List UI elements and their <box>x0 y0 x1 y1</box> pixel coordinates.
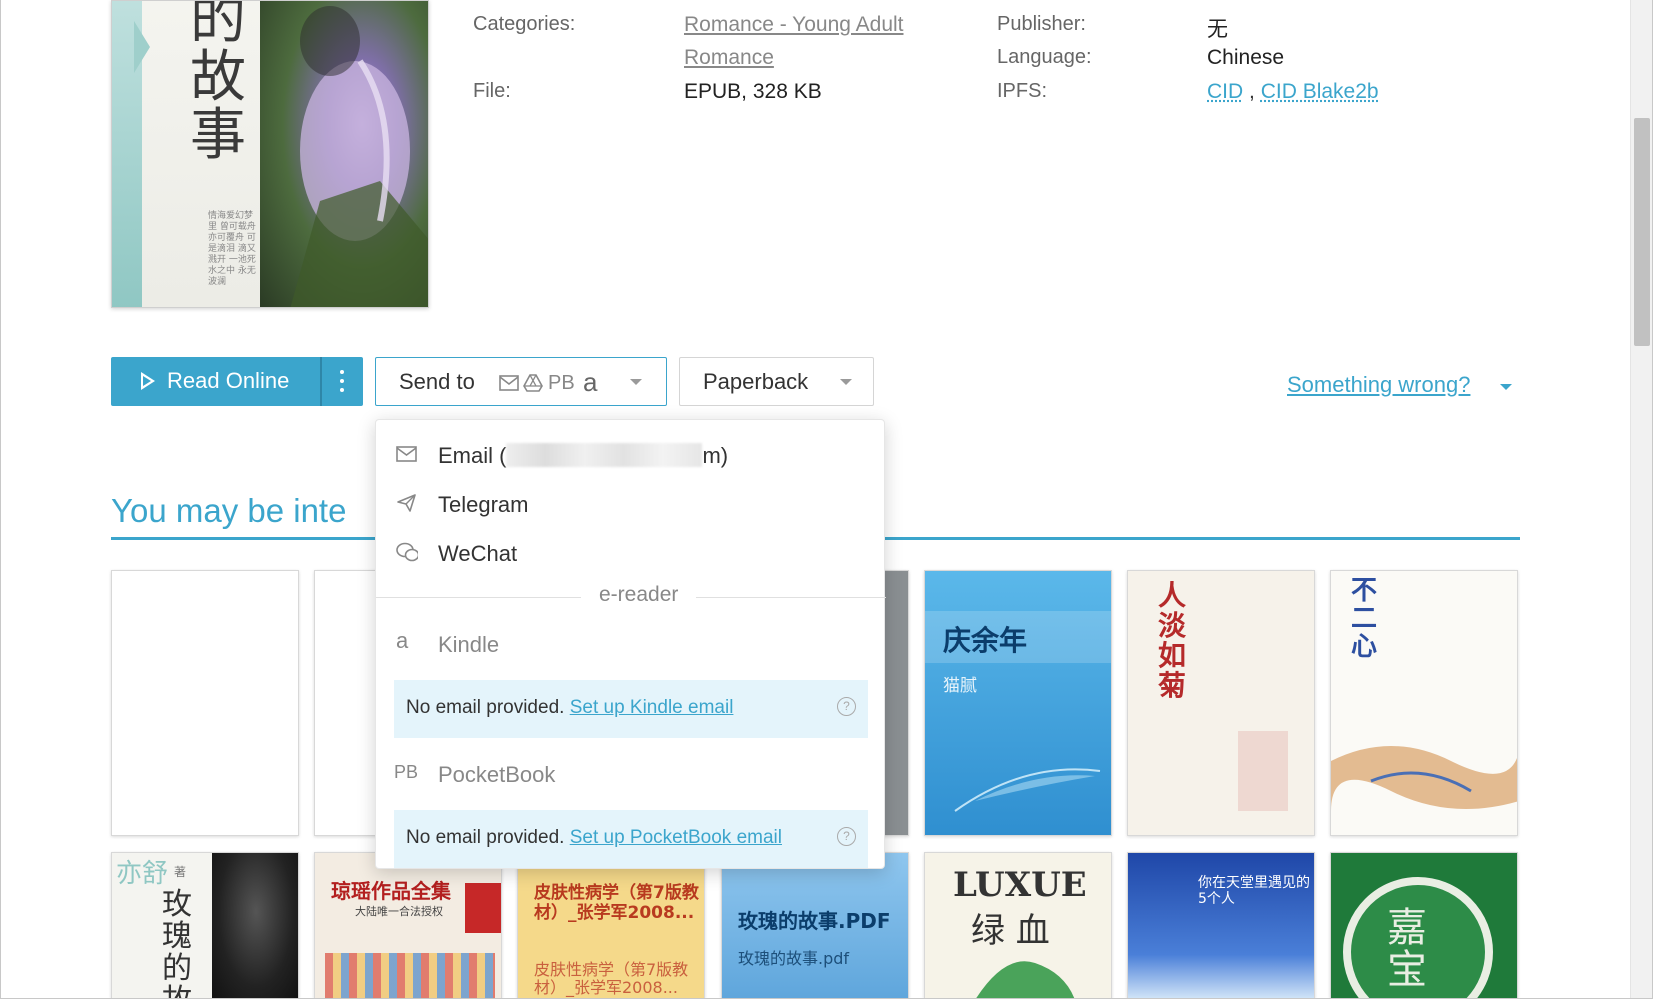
mail-icon <box>499 375 519 391</box>
file-value: EPUB, 328 KB <box>684 80 822 103</box>
ipfs-links: CID , CID Blake2b <box>1207 80 1379 104</box>
send-telegram-item[interactable]: Telegram <box>376 482 886 526</box>
ipfs-cid-blake2b-link[interactable]: CID Blake2b <box>1261 80 1379 103</box>
kindle-email-notice: No email provided. Set up Kindle email ? <box>394 680 868 738</box>
book-card-luxue[interactable]: LUXUE 绿 血 <box>924 852 1112 998</box>
email-suffix: m) <box>702 443 729 468</box>
setup-kindle-email-link[interactable]: Set up Kindle email <box>570 697 734 718</box>
more-options-button[interactable] <box>322 357 363 406</box>
ipfs-label: IPFS: <box>997 80 1048 102</box>
book-title: 玫瑰的故事.PDF <box>738 909 891 933</box>
language-value: Chinese <box>1207 46 1285 69</box>
setup-pocketbook-email-link[interactable]: Set up PocketBook email <box>570 827 782 848</box>
book-title: 不二心 <box>1351 576 1378 662</box>
cover-figure-art <box>290 6 428 307</box>
chevron-down-icon <box>1500 384 1512 390</box>
google-drive-icon <box>523 374 543 392</box>
book-card-jiabao[interactable]: 嘉宝 <box>1330 852 1518 998</box>
vertical-scrollbar[interactable] <box>1630 0 1652 998</box>
cover-caption: 情海爱幻梦里 曾可载舟 亦可覆舟 可是滴泪 滴又溅开 一池死水之中 永无波澜 <box>208 211 256 287</box>
kindle-note-text: No email provided. <box>406 697 565 718</box>
send-kindle-item[interactable]: a Kindle <box>376 622 886 666</box>
book-subtitle: 大陆唯一合法授权 <box>355 905 443 918</box>
book-card-qingyunian[interactable]: 庆余年 猫腻 <box>924 570 1112 836</box>
kindle-label: Kindle <box>438 632 500 657</box>
send-wechat-item[interactable]: WeChat <box>376 531 886 575</box>
read-online-label: Read Online <box>167 368 290 393</box>
book-author-suffix: 著 <box>174 865 187 879</box>
something-wrong-link[interactable]: Something wrong? <box>1287 372 1470 398</box>
pocketbook-badge-icon: PB <box>548 372 575 394</box>
book-author: 亦舒 <box>116 859 169 889</box>
cover-illustration <box>260 1 428 307</box>
book-author: 猫腻 <box>943 676 977 696</box>
book-card-blank-1[interactable] <box>111 570 299 836</box>
send-email-item[interactable]: Email ( m) <box>376 433 886 477</box>
pocketbook-icon: PB <box>394 762 419 782</box>
pocketbook-email-notice: No email provided. Set up PocketBook ema… <box>394 810 868 868</box>
chevron-down-icon <box>840 379 852 385</box>
categories-label: Categories: <box>473 13 576 35</box>
pocketbook-note-text: No email provided. <box>406 827 565 848</box>
amazon-icon: a <box>396 628 409 653</box>
cover-arrow-decoration <box>134 21 150 73</box>
book-title: 琼瑶作品全集 <box>331 879 451 903</box>
book-card-tiantang[interactable]: 你在天堂里遇见的5个人 <box>1127 852 1315 998</box>
book-title: 皮肤性病学（第7版教材）_张学军2008... <box>534 883 699 923</box>
send-to-button[interactable]: Send to PB a <box>375 357 667 406</box>
book-title: 庆余年 <box>943 624 1028 657</box>
help-icon[interactable]: ? <box>837 827 856 846</box>
book-card-meigui-pdf[interactable]: 玫瑰的故事.PDF 玫瑰的故事.pdf <box>721 852 909 998</box>
book-title: 嘉宝 <box>1387 905 1427 993</box>
read-online-button-group: Read Online <box>111 357 363 406</box>
page: 的故事 情海爱幻梦里 曾可载舟 亦可覆舟 可是滴泪 滴又溅开 一池死水之中 永无… <box>0 0 1653 999</box>
read-online-button[interactable]: Read Online <box>111 357 320 406</box>
ipfs-cid-link[interactable]: CID <box>1207 80 1243 103</box>
send-pocketbook-item[interactable]: PB PocketBook <box>376 752 886 796</box>
publisher-label: Publisher: <box>997 13 1086 35</box>
book-cover[interactable]: 的故事 情海爱幻梦里 曾可载舟 亦可覆舟 可是滴泪 滴又溅开 一池死水之中 永无… <box>111 0 429 308</box>
publisher-value: 无 <box>1207 18 1228 41</box>
more-vertical-icon <box>340 370 344 374</box>
book-card-pifuxingbingxue[interactable]: 皮肤性病学（第7版教材）_张学军2008... 皮肤性病学（第7版教材）_张学军… <box>517 852 705 998</box>
wechat-label: WeChat <box>438 541 518 566</box>
email-prefix: Email ( <box>438 443 507 468</box>
paperback-label: Paperback <box>703 369 809 394</box>
cover-title: 的故事 <box>190 0 246 168</box>
paperback-button[interactable]: Paperback <box>679 357 874 406</box>
telegram-label: Telegram <box>438 492 529 517</box>
category-link-romance-young-adult[interactable]: Romance - Young Adult <box>684 13 904 37</box>
help-icon[interactable]: ? <box>837 697 856 716</box>
book-subtitle: 皮肤性病学（第7版教材）_张学军2008... <box>534 960 689 997</box>
amazon-icon: a <box>583 367 598 397</box>
leaf-illustration <box>976 961 1075 998</box>
book-title: 人淡如菊 <box>1158 579 1187 702</box>
book-card-meiguidegushi[interactable]: 亦舒 著 玫瑰的故 <box>111 852 299 999</box>
redacted-email <box>506 443 703 467</box>
watercolor-illustration <box>1331 746 1517 811</box>
mail-icon <box>396 446 417 462</box>
wechat-icon <box>396 542 418 562</box>
scrollbar-thumb[interactable] <box>1634 118 1650 346</box>
book-title: 玫瑰的故 <box>162 887 192 999</box>
recommendations-heading: You may be inte <box>111 492 347 529</box>
book-title: LUXUE <box>953 865 1087 905</box>
pocketbook-label: PocketBook <box>438 762 556 787</box>
file-label: File: <box>473 80 511 102</box>
chevron-down-icon <box>630 379 642 385</box>
ereader-section-label: e-reader <box>581 583 697 607</box>
send-to-dropdown: Email ( m) Telegram WeChat e-reader a Kin… <box>375 419 886 869</box>
language-label: Language: <box>997 46 1092 68</box>
book-card-rendanruju[interactable]: 人淡如菊 <box>1127 570 1315 836</box>
send-to-label: Send to <box>399 369 475 394</box>
telegram-icon <box>397 494 416 512</box>
book-card-buerxin[interactable]: 不二心 <box>1330 570 1518 836</box>
ipfs-separator: , <box>1249 80 1255 103</box>
category-link-romance[interactable]: Romance <box>684 46 774 70</box>
book-title: 你在天堂里遇见的5个人 <box>1198 875 1310 907</box>
feather-illustration <box>954 768 1101 812</box>
book-subtitle: 玫瑰的故事.pdf <box>738 949 850 968</box>
book-card-qiongyao[interactable]: 琼瑶作品全集 大陆唯一合法授权 <box>314 852 502 998</box>
